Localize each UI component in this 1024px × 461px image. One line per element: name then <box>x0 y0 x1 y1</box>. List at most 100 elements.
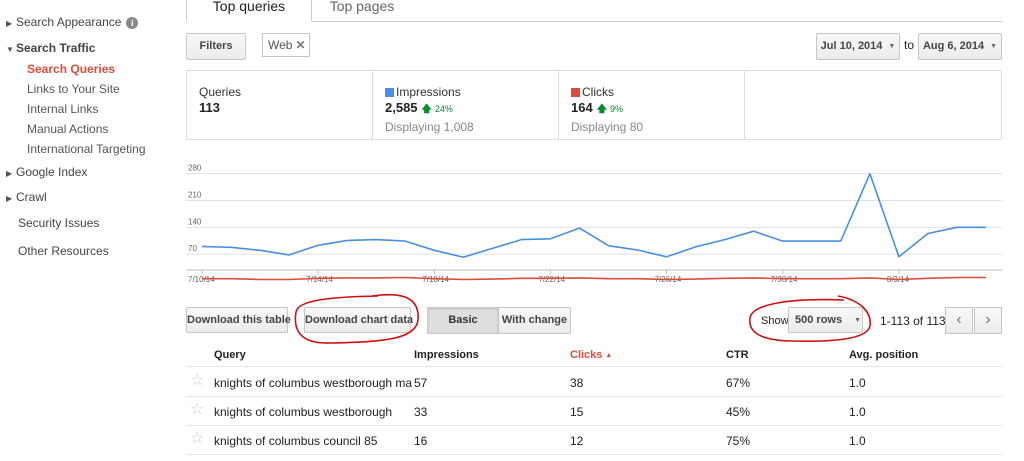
next-page-button[interactable]: › <box>974 307 1002 334</box>
star-icon[interactable]: ☆ <box>190 402 204 418</box>
y-tick-label: 70 <box>188 244 197 253</box>
clicks-cell: 15 <box>570 405 584 419</box>
end-date-value: Aug 6, 2014 <box>922 40 985 52</box>
sidebar-item-other-resources[interactable]: Other Resources <box>18 244 109 258</box>
impressions-cell: 57 <box>414 376 428 390</box>
stat-value: 164 <box>571 100 593 115</box>
view-with-change-toggle[interactable]: With change <box>498 307 571 334</box>
stat-label: Clicks <box>582 85 614 99</box>
stat-clicks[interactable]: Clicks 164 🡅 9% Displaying 80 <box>559 71 744 139</box>
filter-chip-label: Web <box>268 38 293 52</box>
sidebar-item-google-index[interactable]: ▶ Google Index <box>6 165 87 179</box>
start-date-value: Jul 10, 2014 <box>820 40 883 52</box>
pagination-range: 1-113 of 113 <box>880 314 946 328</box>
x-tick-label: 7/14/14 <box>306 275 333 284</box>
clicks-cell: 38 <box>570 376 584 390</box>
column-header-label: Clicks <box>570 349 603 361</box>
stat-value: 113 <box>199 100 220 115</box>
close-icon[interactable]: ✕ <box>295 38 305 52</box>
impressions-cell: 16 <box>414 434 428 448</box>
line-chart: 280210140707/10/14 7/14/14 7/18/14 7/22/14 7… <box>186 164 1002 284</box>
filter-chip-web[interactable]: Web ✕ <box>262 33 310 57</box>
sidebar-item-search-appearance[interactable]: ▶ Search Appearance i <box>6 15 139 29</box>
impressions-cell: 33 <box>414 405 428 419</box>
column-header-ctr[interactable]: CTR <box>726 349 749 361</box>
rows-per-page-value: 500 rows <box>795 314 843 326</box>
expand-arrow-icon: ▶ <box>6 169 13 178</box>
chevron-down-icon: ▼ <box>990 43 998 50</box>
query-cell: knights of columbus council 85 <box>214 434 378 448</box>
y-tick-label: 210 <box>188 191 202 200</box>
query-cell: knights of columbus westborough <box>214 405 393 419</box>
sidebar-item-security-issues[interactable]: Security Issues <box>18 216 99 230</box>
sidebar-item-label: Search Appearance <box>16 15 122 29</box>
divider <box>744 71 745 139</box>
ctr-cell: 45% <box>726 405 751 419</box>
column-header-avg-position[interactable]: Avg. position <box>849 349 918 361</box>
end-date-dropdown[interactable]: Aug 6, 2014 ▼ <box>918 33 1002 60</box>
column-header-impressions[interactable]: Impressions <box>414 349 479 361</box>
arrow-up-icon: 🡅 <box>421 104 432 115</box>
expand-arrow-icon: ▶ <box>6 19 13 28</box>
show-rows-label: Show <box>761 315 789 327</box>
series-line-impressions[interactable] <box>201 172 986 258</box>
collapse-arrow-icon: ▼ <box>6 45 14 54</box>
stat-displaying: Displaying 80 <box>571 120 644 134</box>
sort-ascending-icon: ▲ <box>605 352 613 359</box>
star-icon[interactable]: ☆ <box>190 431 204 447</box>
tab-top-pages[interactable]: Top pages <box>312 0 412 22</box>
query-cell: knights of columbus westborough ma <box>214 376 413 390</box>
y-tick-label: 140 <box>188 217 202 226</box>
prev-page-button[interactable]: ‹ <box>945 307 973 334</box>
table-header: Query Impressions Clicks ▲ CTR Avg. posit… <box>186 341 1002 367</box>
arrow-up-icon: 🡅 <box>596 104 607 115</box>
sidebar-item-crawl[interactable]: ▶ Crawl <box>6 190 47 204</box>
chevron-left-icon: ‹ <box>956 311 962 328</box>
sidebar-subitem-manual-actions[interactable]: Manual Actions <box>27 122 108 136</box>
expand-arrow-icon: ▶ <box>6 194 13 203</box>
stat-queries: Queries 113 <box>187 71 372 139</box>
info-icon[interactable]: i <box>126 17 139 29</box>
start-date-dropdown[interactable]: Jul 10, 2014 ▼ <box>816 33 900 60</box>
stat-value-row: 2,585 🡅 24% <box>385 100 558 119</box>
stat-value-row: 164 🡅 9% <box>571 100 744 119</box>
sidebar: ▶ Search Appearance i ▼ Search Traffic Sear… <box>0 0 180 461</box>
view-basic-toggle[interactable]: Basic <box>427 307 499 334</box>
stat-label-row: Impressions <box>385 85 558 99</box>
sidebar-item-search-traffic[interactable]: ▼ Search Traffic <box>6 41 95 55</box>
table-row: ☆ knights of columbus council 85 16 12 7… <box>186 426 1002 455</box>
position-cell: 1.0 <box>849 376 866 390</box>
sidebar-subitem-links-to-your-site[interactable]: Links to Your Site <box>27 82 120 96</box>
position-cell: 1.0 <box>849 434 866 448</box>
clicks-swatch <box>571 87 580 97</box>
date-range-to-label: to <box>904 38 915 52</box>
ctr-cell: 75% <box>726 434 751 448</box>
stat-label: Impressions <box>396 85 461 99</box>
star-icon[interactable]: ☆ <box>190 373 204 389</box>
download-table-button[interactable]: Download this table <box>186 307 291 333</box>
sidebar-subitem-internal-links[interactable]: Internal Links <box>27 102 98 116</box>
table-row: ☆ knights of columbus westborough ma 57 … <box>186 368 1002 397</box>
tab-top-queries[interactable]: Top queries <box>186 0 312 22</box>
filters-button[interactable]: Filters <box>186 33 246 60</box>
chevron-down-icon: ▼ <box>888 43 896 50</box>
stat-label-row: Clicks <box>571 85 744 99</box>
sidebar-item-label: Search Traffic <box>16 41 96 55</box>
sidebar-item-label: Google Index <box>16 165 88 179</box>
y-tick-label: 280 <box>188 164 202 173</box>
stats-panel: Queries 113 Impressions 2,585 🡅 24% Displa… <box>186 70 1002 140</box>
x-tick-label: 7/22/14 <box>538 275 565 284</box>
stat-impressions[interactable]: Impressions 2,585 🡅 24% Displaying 1,008 <box>373 71 558 139</box>
column-header-clicks[interactable]: Clicks ▲ <box>570 349 612 361</box>
chevron-right-icon: › <box>985 311 991 328</box>
rows-per-page-dropdown[interactable]: 500 rows ▼ <box>788 307 863 333</box>
download-chart-data-button[interactable]: Download chart data <box>304 307 413 333</box>
sidebar-subitem-international-targeting[interactable]: International Targeting <box>27 142 146 156</box>
sidebar-subitem-search-queries[interactable]: Search Queries <box>27 62 115 76</box>
column-header-query[interactable]: Query <box>214 349 246 361</box>
stat-displaying: Displaying 1,008 <box>385 120 474 134</box>
stat-change: 9% <box>609 104 623 114</box>
clicks-cell: 12 <box>570 434 584 448</box>
chevron-down-icon: ▼ <box>854 317 862 324</box>
ctr-cell: 67% <box>726 376 751 390</box>
